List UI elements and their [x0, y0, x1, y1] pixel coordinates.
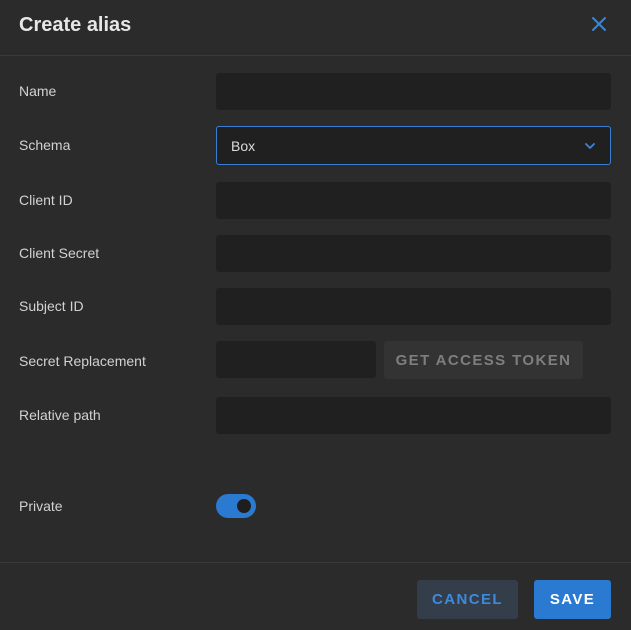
- subject-id-label: Subject ID: [19, 298, 84, 314]
- schema-label: Schema: [19, 137, 71, 153]
- secret-replacement-input[interactable]: [216, 341, 376, 378]
- schema-select[interactable]: Box: [216, 126, 611, 165]
- client-secret-input[interactable]: [216, 235, 611, 272]
- save-button[interactable]: SAVE: [534, 580, 611, 619]
- chevron-down-icon: [585, 143, 595, 149]
- close-button[interactable]: [588, 13, 610, 35]
- dialog-header: Create alias: [0, 0, 631, 56]
- close-icon: [592, 17, 606, 31]
- name-input[interactable]: [216, 73, 611, 110]
- private-label: Private: [19, 498, 63, 514]
- subject-id-input[interactable]: [216, 288, 611, 325]
- dialog-footer: CANCEL SAVE: [0, 562, 631, 630]
- relative-path-label: Relative path: [19, 407, 101, 423]
- name-label: Name: [19, 83, 57, 99]
- cancel-button[interactable]: CANCEL: [417, 580, 518, 619]
- relative-path-input[interactable]: [216, 397, 611, 434]
- client-secret-label: Client Secret: [19, 245, 100, 261]
- schema-selected-value: Box: [231, 138, 256, 154]
- secret-replacement-label: Secret Replacement: [19, 353, 146, 369]
- get-access-token-button[interactable]: GET ACCESS TOKEN: [384, 341, 583, 379]
- client-id-label: Client ID: [19, 192, 73, 208]
- create-alias-dialog: Create alias Name Schema Box Client ID C…: [0, 0, 631, 630]
- private-toggle[interactable]: [216, 494, 256, 518]
- client-id-input[interactable]: [216, 182, 611, 219]
- dialog-title: Create alias: [19, 14, 132, 36]
- toggle-knob: [237, 499, 251, 513]
